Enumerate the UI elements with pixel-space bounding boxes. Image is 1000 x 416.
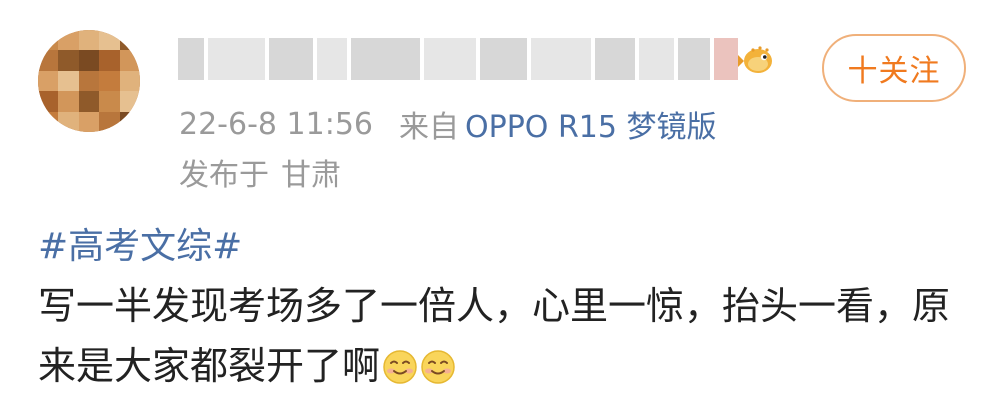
source-label: 来自 <box>399 110 459 145</box>
avatar-pixel <box>119 111 140 132</box>
avatar-pixel <box>38 111 59 132</box>
avatar-pixel <box>119 91 140 112</box>
avatar-pixel <box>58 30 79 51</box>
follow-button-label: 十关注 <box>847 54 941 89</box>
post-timestamp: 22-6-8 11:56 <box>179 106 373 142</box>
location-label: 发布于 <box>179 158 269 193</box>
avatar-pixel <box>99 30 120 51</box>
blurred-name-part <box>350 38 421 80</box>
hashtag-text: #高考文综# <box>38 226 243 267</box>
avatar-pixel <box>99 70 120 92</box>
avatar-pixel <box>38 70 59 92</box>
avatar-pixel <box>119 30 140 51</box>
avatar-pixel <box>58 70 79 92</box>
avatar-pixels <box>38 30 140 132</box>
post-meta: 22-6-8 11:56 来自 OPPO R15 梦镜版 <box>179 102 717 146</box>
follow-button[interactable]: 十关注 <box>822 34 966 102</box>
fish-badge-icon <box>738 46 772 73</box>
smile-emoji-icon <box>421 350 455 384</box>
blurred-name-part <box>531 38 591 80</box>
username-blurred[interactable] <box>178 33 738 85</box>
blurred-name-part <box>207 38 266 80</box>
avatar-pixel <box>38 50 59 71</box>
avatar-pixel <box>58 111 79 132</box>
blurred-name-part <box>678 38 711 80</box>
blurred-name-part <box>638 38 675 80</box>
avatar-pixel <box>38 30 59 51</box>
avatar-pixel <box>78 50 100 71</box>
avatar-pixel <box>78 91 100 112</box>
smile-emoji-icon <box>383 350 417 384</box>
avatar-pixel <box>99 50 120 71</box>
blurred-name-part <box>317 38 347 80</box>
avatar-pixel <box>78 70 100 92</box>
post-location: 发布于 甘肃 <box>179 150 341 194</box>
avatar-pixel <box>99 91 120 112</box>
post-text: 写一半发现考场多了一倍人，心里一惊，抬头一看，原来是大家都裂开了啊 <box>38 284 951 388</box>
device-link[interactable]: OPPO R15 梦镜版 <box>465 102 717 146</box>
avatar-pixel <box>119 50 140 71</box>
location-value: 甘肃 <box>281 158 341 193</box>
blurred-name-part <box>594 38 635 80</box>
avatar-pixel <box>78 30 100 51</box>
blurred-name-part <box>178 38 204 80</box>
post-body: 写一半发现考场多了一倍人，心里一惊，抬头一看，原来是大家都裂开了啊 <box>38 276 968 396</box>
blurred-name-part <box>424 38 476 80</box>
user-avatar[interactable] <box>38 30 140 132</box>
blurred-name-part <box>269 38 313 80</box>
avatar-pixel <box>58 50 79 71</box>
avatar-pixel <box>58 91 79 112</box>
blurred-name-part <box>714 38 738 80</box>
avatar-pixel <box>38 91 59 112</box>
avatar-pixel <box>99 111 120 132</box>
hashtag-link[interactable]: #高考文综# <box>38 218 242 268</box>
avatar-pixel <box>78 111 100 132</box>
avatar-pixel <box>119 70 140 92</box>
blurred-name-part <box>479 38 528 80</box>
